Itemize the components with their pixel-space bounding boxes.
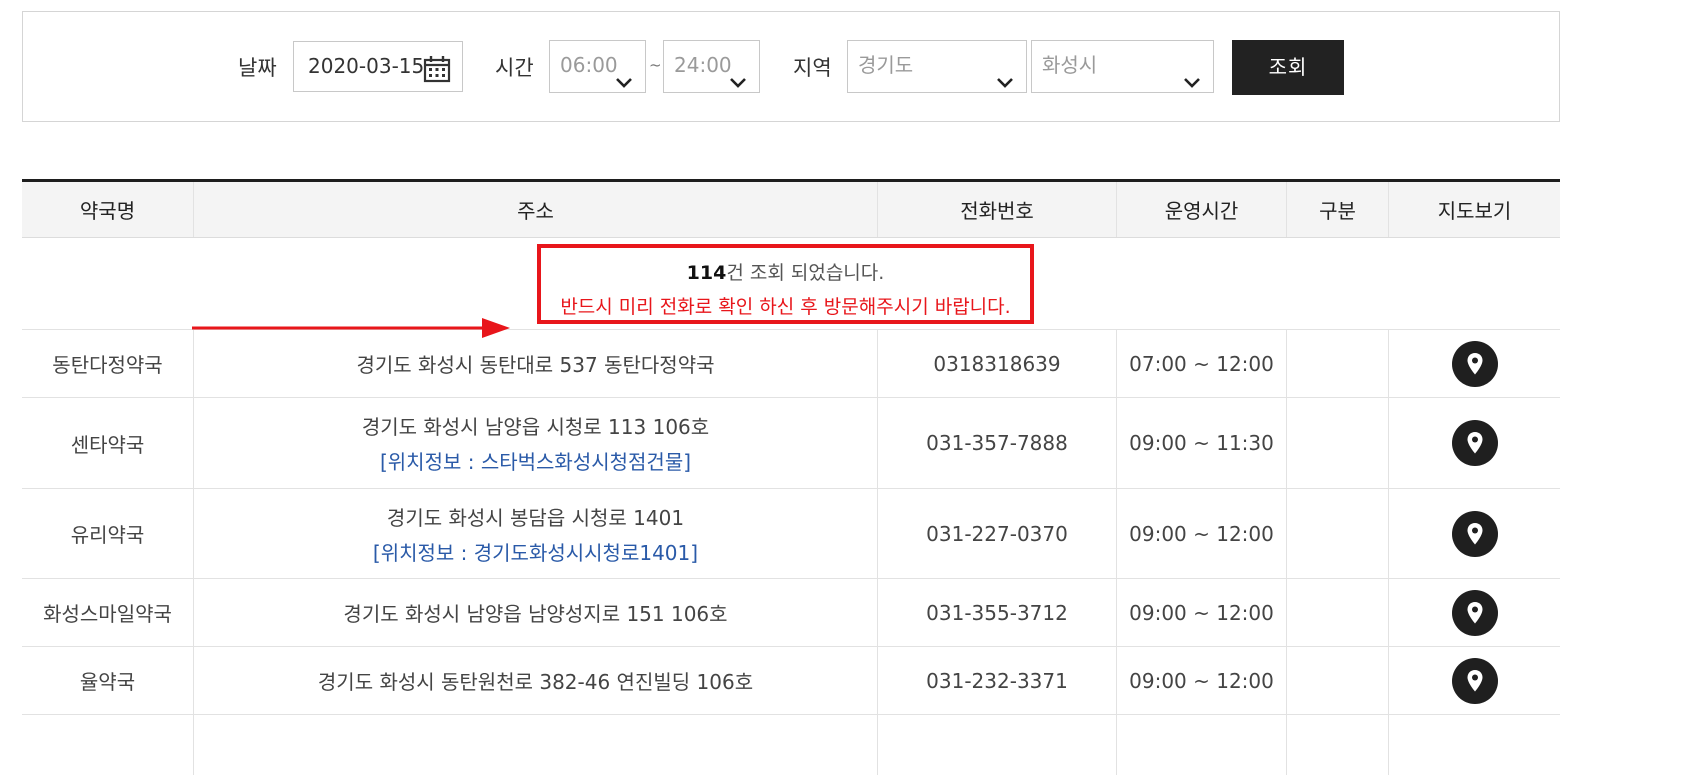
pharmacy-name: 동탄다정약국 bbox=[22, 330, 194, 397]
pharmacy-name: 화성스마일약국 bbox=[22, 579, 194, 646]
result-count-suffix: 건 조회 되었습니다. bbox=[726, 262, 885, 284]
pharmacy-phone: 031-227-0370 bbox=[878, 489, 1117, 578]
pharmacy-phone: 031-357-7888 bbox=[878, 398, 1117, 488]
province-value: 경기도 bbox=[858, 53, 914, 77]
result-count-text: 114건 조회 되었습니다. bbox=[541, 258, 1030, 285]
row-cell bbox=[22, 715, 194, 775]
pharmacy-hours: 09:00 ~ 12:00 bbox=[1117, 647, 1287, 714]
pharmacy-name: 센타약국 bbox=[22, 398, 194, 488]
pharmacy-category bbox=[1287, 489, 1389, 578]
table-row: 율약국 경기도 화성시 동탄원천로 382-46 연진빌딩 106호 031-2… bbox=[22, 647, 1560, 715]
map-cell bbox=[1389, 398, 1560, 488]
time-separator: ~ bbox=[649, 56, 662, 74]
pharmacy-phone: 0318318639 bbox=[878, 330, 1117, 397]
pharmacy-hours: 09:00 ~ 12:00 bbox=[1117, 579, 1287, 646]
time-start-select[interactable]: 06:00 bbox=[549, 40, 646, 93]
pharmacy-address: 경기도 화성시 동탄원천로 382-46 연진빌딩 106호 bbox=[194, 647, 878, 714]
date-input[interactable]: 2020-03-15 bbox=[293, 41, 463, 92]
pharmacy-hours: 07:00 ~ 12:00 bbox=[1117, 330, 1287, 397]
chevron-down-icon bbox=[729, 58, 747, 107]
map-cell bbox=[1389, 489, 1560, 578]
row-cell bbox=[878, 715, 1117, 775]
pharmacy-address: 경기도 화성시 동탄대로 537 동탄다정약국 bbox=[194, 330, 878, 397]
map-pin-button[interactable] bbox=[1451, 657, 1498, 704]
table-row: 센타약국 경기도 화성시 남양읍 시청로 113 106호 [위치정보 : 스타… bbox=[22, 398, 1560, 489]
map-pin-button[interactable] bbox=[1451, 340, 1498, 387]
map-pin-button[interactable] bbox=[1451, 510, 1498, 557]
address-line: 경기도 화성시 남양읍 시청로 113 106호 bbox=[361, 415, 710, 439]
header-address: 주소 bbox=[194, 182, 878, 237]
date-label: 날짜 bbox=[238, 56, 277, 80]
pharmacy-hours: 09:00 ~ 11:30 bbox=[1117, 398, 1287, 488]
chevron-down-icon bbox=[615, 58, 633, 107]
table-header: 약국명 주소 전화번호 운영시간 구분 지도보기 bbox=[22, 182, 1560, 238]
result-notice-box: 114건 조회 되었습니다. 반드시 미리 전화로 확인 하신 후 방문해주시기… bbox=[537, 244, 1034, 324]
pharmacy-address: 경기도 화성시 남양읍 시청로 113 106호 [위치정보 : 스타벅스화성시… bbox=[194, 398, 878, 488]
pharmacy-address: 경기도 화성시 남양읍 남양성지로 151 106호 bbox=[194, 579, 878, 646]
city-select[interactable]: 화성시 bbox=[1031, 40, 1214, 93]
table-row: 유리약국 경기도 화성시 봉담읍 시청로 1401 [위치정보 : 경기도화성시… bbox=[22, 489, 1560, 579]
table-row: 화성스마일약국 경기도 화성시 남양읍 남양성지로 151 106호 031-3… bbox=[22, 579, 1560, 647]
row-cell bbox=[1389, 715, 1560, 775]
header-category: 구분 bbox=[1287, 182, 1389, 237]
location-info: [위치정보 : 스타벅스화성시청점건물] bbox=[379, 450, 692, 474]
address-line: 경기도 화성시 동탄대로 537 동탄다정약국 bbox=[356, 353, 715, 377]
header-map: 지도보기 bbox=[1437, 199, 1512, 223]
chevron-down-icon bbox=[996, 58, 1014, 107]
region-label: 지역 bbox=[793, 56, 832, 80]
table-row: 동탄다정약국 경기도 화성시 동탄대로 537 동탄다정약국 031831863… bbox=[22, 330, 1560, 398]
row-cell bbox=[1287, 715, 1389, 775]
time-start-value: 06:00 bbox=[560, 53, 618, 77]
search-panel: 날짜 2020-03-15 시간 06:00 ~ 24:00 지역 경기도 화성… bbox=[22, 11, 1560, 122]
address-line: 경기도 화성시 봉담읍 시청로 1401 bbox=[386, 505, 685, 530]
map-pin-button[interactable] bbox=[1451, 589, 1498, 636]
city-value: 화성시 bbox=[1042, 53, 1098, 77]
chevron-down-icon bbox=[1183, 58, 1201, 107]
pharmacy-name: 유리약국 bbox=[22, 489, 194, 578]
map-cell bbox=[1389, 647, 1560, 714]
calendar-icon[interactable] bbox=[423, 52, 451, 101]
pharmacy-category bbox=[1287, 647, 1389, 714]
pharmacy-phone: 031-355-3712 bbox=[878, 579, 1117, 646]
map-cell bbox=[1389, 330, 1560, 397]
result-count: 114 bbox=[686, 262, 727, 284]
map-pin-icon bbox=[1467, 522, 1482, 544]
pharmacy-category bbox=[1287, 398, 1389, 488]
time-end-value: 24:00 bbox=[674, 53, 732, 77]
header-hours: 운영시간 bbox=[1117, 182, 1287, 237]
location-info: [위치정보 : 경기도화성시시청로1401] bbox=[372, 540, 699, 565]
date-value: 2020-03-15 bbox=[308, 54, 425, 78]
map-pin-icon bbox=[1467, 352, 1482, 374]
time-label: 시간 bbox=[495, 56, 534, 80]
time-end-select[interactable]: 24:00 bbox=[663, 40, 760, 93]
address-line: 경기도 화성시 동탄원천로 382-46 연진빌딩 106호 bbox=[317, 670, 754, 694]
header-name: 약국명 bbox=[22, 182, 194, 237]
map-pin-icon bbox=[1467, 669, 1482, 691]
pharmacy-address: 경기도 화성시 봉담읍 시청로 1401 [위치정보 : 경기도화성시시청로14… bbox=[194, 489, 878, 578]
table-row bbox=[22, 715, 1560, 775]
row-cell bbox=[1117, 715, 1287, 775]
map-cell bbox=[1389, 579, 1560, 646]
call-ahead-warning: 반드시 미리 전화로 확인 하신 후 방문해주시기 바랍니다. bbox=[560, 296, 1011, 318]
map-pin-icon bbox=[1467, 432, 1482, 454]
header-phone: 전화번호 bbox=[878, 182, 1117, 237]
pharmacy-category bbox=[1287, 330, 1389, 397]
search-button[interactable]: 조회 bbox=[1232, 40, 1344, 95]
map-pin-button[interactable] bbox=[1451, 420, 1498, 466]
row-cell bbox=[194, 715, 878, 775]
result-notice-row: 114건 조회 되었습니다. 반드시 미리 전화로 확인 하신 후 방문해주시기… bbox=[22, 238, 1560, 338]
map-pin-icon bbox=[1467, 601, 1482, 623]
pharmacy-phone: 031-232-3371 bbox=[878, 647, 1117, 714]
address-line: 경기도 화성시 남양읍 남양성지로 151 106호 bbox=[343, 602, 728, 626]
pharmacy-hours: 09:00 ~ 12:00 bbox=[1117, 489, 1287, 578]
pharmacy-category bbox=[1287, 579, 1389, 646]
pharmacy-name: 율약국 bbox=[22, 647, 194, 714]
province-select[interactable]: 경기도 bbox=[847, 40, 1027, 93]
